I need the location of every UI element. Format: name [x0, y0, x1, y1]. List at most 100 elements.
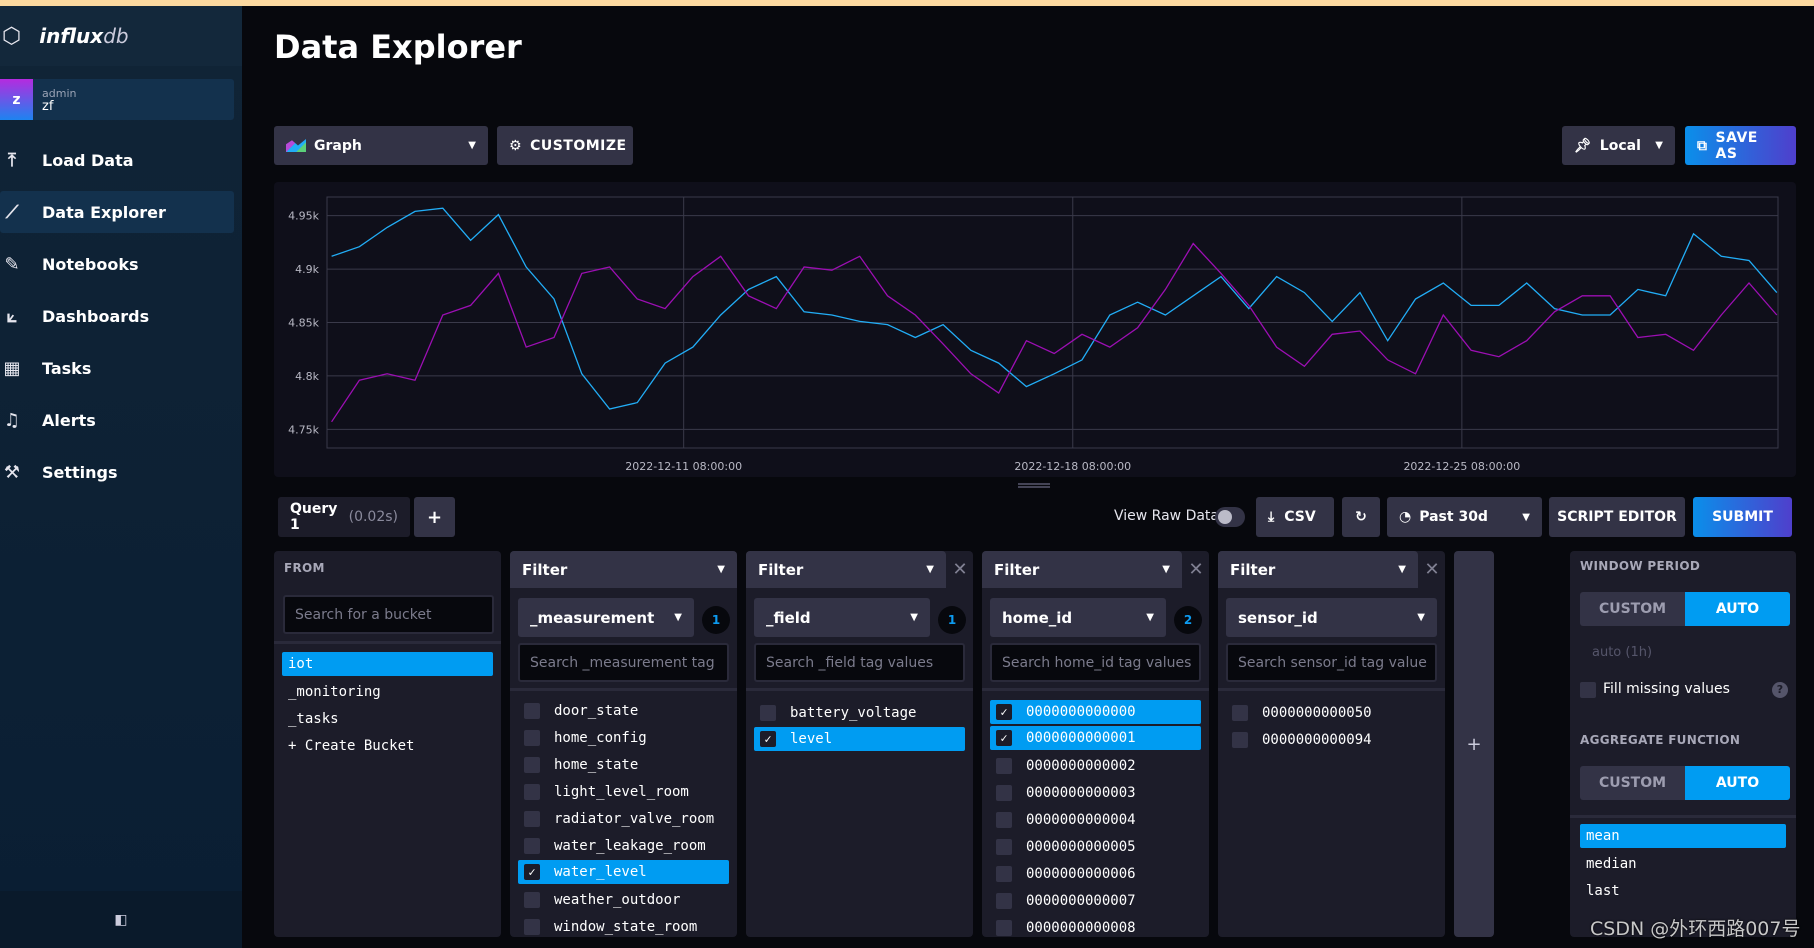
checkbox[interactable] [996, 811, 1012, 828]
checkbox[interactable] [524, 837, 540, 854]
fill-missing-checkbox[interactable] [1580, 682, 1596, 698]
script-editor-button[interactable]: SCRIPT EDITOR [1549, 497, 1685, 537]
checkbox[interactable] [524, 810, 540, 827]
tag-value-item[interactable]: ✓ 0000000000001 [990, 726, 1201, 750]
tag-value-item[interactable]: 0000000000004 [990, 806, 1201, 833]
checkbox[interactable] [1232, 704, 1248, 721]
tag-key-dropdown[interactable]: sensor_id ▼ [1226, 598, 1437, 637]
tag-value-item[interactable]: home_config [518, 724, 729, 751]
tag-value-item[interactable]: ✓ level [754, 727, 965, 751]
collapse-sidebar-button[interactable]: ◧ [0, 891, 242, 948]
chevron-down-icon: ▼ [926, 564, 934, 575]
tag-value-item[interactable]: ✓ water_level [518, 860, 729, 884]
tag-value-item[interactable]: 0000000000002 [990, 752, 1201, 779]
checkbox[interactable] [524, 729, 540, 746]
tag-key-dropdown[interactable]: home_id ▼ [990, 598, 1166, 637]
save-as-button[interactable]: ⧉ SAVE AS [1685, 126, 1796, 165]
tag-search-input[interactable]: Search sensor_id tag value [1226, 643, 1437, 682]
checkbox[interactable] [524, 702, 540, 719]
visualization-type-dropdown[interactable]: Graph ▼ [274, 126, 488, 165]
aggregate-function-item[interactable]: mean [1580, 824, 1786, 848]
tag-value-item[interactable]: water_leakage_room [518, 832, 729, 859]
tag-value-item[interactable]: 0000000000006 [990, 860, 1201, 887]
bucket-search-input[interactable]: Search for a bucket [283, 595, 494, 634]
time-range-dropdown[interactable]: ◔ Past 30d ▼ [1387, 497, 1542, 537]
refresh-button[interactable]: ↻ [1342, 497, 1380, 537]
bucket-item[interactable]: + Create Bucket [282, 732, 493, 759]
checkbox[interactable] [996, 865, 1012, 882]
bucket-item[interactable]: _tasks [282, 705, 493, 732]
help-icon[interactable]: ? [1772, 682, 1788, 698]
csv-download-button[interactable]: ⤓ CSV [1256, 497, 1334, 537]
tag-value-item[interactable]: home_state [518, 751, 729, 778]
sidebar-item-settings[interactable]: ⚒ Settings [0, 451, 234, 493]
close-icon[interactable]: ✕ [1419, 551, 1445, 588]
tag-value-item[interactable]: 0000000000008 [990, 914, 1201, 937]
resize-handle[interactable] [1018, 483, 1050, 488]
tag-value-item[interactable]: ✓ 0000000000000 [990, 700, 1201, 724]
tag-search-input[interactable]: Search _measurement tag [518, 643, 729, 682]
tag-key-dropdown[interactable]: _measurement ▼ [518, 598, 694, 637]
checkbox[interactable] [760, 704, 776, 721]
sidebar-item-alerts[interactable]: ♫ Alerts [0, 399, 234, 441]
tag-value-item[interactable]: light_level_room [518, 778, 729, 805]
tag-value-item[interactable]: radiator_valve_room [518, 805, 729, 832]
tag-value-item[interactable]: battery_voltage [754, 699, 965, 726]
checkbox[interactable] [524, 891, 540, 908]
user-menu[interactable]: z admin zf [0, 79, 234, 120]
aggregate-function-item[interactable]: median [1580, 850, 1786, 877]
sidebar-item-load-data[interactable]: ⤒ Load Data [0, 139, 234, 181]
tag-value-item[interactable]: window_state_room [518, 913, 729, 937]
checkbox[interactable] [996, 784, 1012, 801]
filter-function-dropdown[interactable]: Filter ▼ [746, 551, 946, 588]
close-icon[interactable]: ✕ [947, 551, 973, 588]
add-filter-button[interactable]: + [1454, 551, 1494, 937]
checkbox[interactable] [524, 783, 540, 800]
tag-value-item[interactable]: 0000000000050 [1226, 699, 1437, 726]
tag-value-item[interactable]: weather_outdoor [518, 886, 729, 913]
sidebar-item-data-explorer[interactable]: ⟋ Data Explorer [0, 191, 234, 233]
window-auto-option[interactable]: AUTO [1685, 592, 1790, 626]
sidebar-item-notebooks[interactable]: ✎ Notebooks [0, 243, 234, 285]
aggregate-function-toggle[interactable]: CUSTOM AUTO [1580, 766, 1790, 800]
checkbox[interactable] [524, 918, 540, 935]
aggregate-custom-option[interactable]: CUSTOM [1580, 766, 1685, 800]
sidebar-item-tasks[interactable]: ▦ Tasks [0, 347, 234, 389]
bucket-item[interactable]: _monitoring [282, 678, 493, 705]
logo[interactable]: ⬡ influxdb [0, 6, 242, 66]
add-query-button[interactable]: + [414, 497, 455, 537]
query-tab[interactable]: Query 1 (0.02s) [278, 497, 410, 537]
checkbox[interactable] [524, 756, 540, 773]
tag-key-dropdown[interactable]: _field ▼ [754, 598, 930, 637]
checkbox[interactable] [996, 757, 1012, 774]
filter-function-dropdown[interactable]: Filter ▼ [982, 551, 1182, 588]
checkbox[interactable] [996, 838, 1012, 855]
filter-function-dropdown[interactable]: Filter ▼ [1218, 551, 1418, 588]
checkbox[interactable]: ✓ [760, 731, 776, 747]
checkbox[interactable] [1232, 731, 1248, 748]
tag-search-input[interactable]: Search _field tag values [754, 643, 965, 682]
tag-search-input[interactable]: Search home_id tag values [990, 643, 1201, 682]
filter-function-dropdown[interactable]: Filter ▼ [510, 551, 737, 588]
checkbox[interactable]: ✓ [996, 730, 1012, 746]
timezone-dropdown[interactable]: 📌︎ Local ▼ [1562, 126, 1675, 165]
window-period-toggle[interactable]: CUSTOM AUTO [1580, 592, 1790, 626]
customize-button[interactable]: ⚙ CUSTOMIZE [497, 126, 633, 165]
submit-button[interactable]: SUBMIT [1693, 497, 1792, 537]
view-raw-data-toggle[interactable] [1215, 507, 1245, 527]
checkbox[interactable] [996, 892, 1012, 909]
tag-value-item[interactable]: 0000000000094 [1226, 726, 1437, 753]
bucket-item[interactable]: iot [282, 652, 493, 676]
checkbox[interactable]: ✓ [524, 864, 540, 880]
checkbox[interactable] [996, 919, 1012, 936]
sidebar-item-dashboards[interactable]: ⟀ Dashboards [0, 295, 234, 337]
window-custom-option[interactable]: CUSTOM [1580, 592, 1685, 626]
aggregate-auto-option[interactable]: AUTO [1685, 766, 1790, 800]
tag-value-item[interactable]: door_state [518, 697, 729, 724]
tag-value-item[interactable]: 0000000000007 [990, 887, 1201, 914]
tag-value-item[interactable]: 0000000000005 [990, 833, 1201, 860]
aggregate-function-item[interactable]: last [1580, 877, 1786, 904]
tag-value-item[interactable]: 0000000000003 [990, 779, 1201, 806]
close-icon[interactable]: ✕ [1183, 551, 1209, 588]
checkbox[interactable]: ✓ [996, 704, 1012, 720]
